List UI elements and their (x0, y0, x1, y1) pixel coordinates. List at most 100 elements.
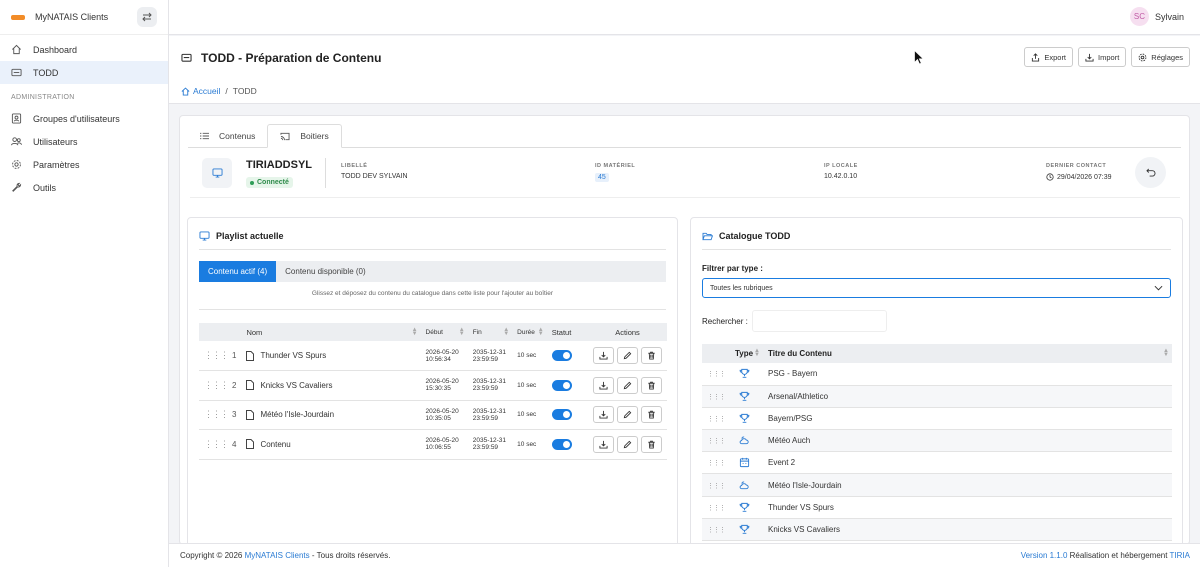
drag-cell[interactable]: ⋮⋮⋮ (702, 363, 730, 386)
type-cell (730, 496, 763, 519)
status-toggle[interactable] (551, 438, 572, 450)
back-button[interactable] (1135, 157, 1166, 188)
table-row[interactable]: ⋮⋮⋮ 3 Météo l'Isle-Jourdain 2026-05-20 10:… (199, 400, 667, 430)
drag-cell[interactable]: ⋮⋮⋮ (702, 496, 730, 519)
column-header-name[interactable]: Nom ▲ ▼ (241, 323, 421, 341)
status-toggle[interactable] (551, 409, 572, 421)
user-group-icon (11, 113, 22, 124)
drag-handle-icon[interactable]: ⋮⋮⋮ (204, 439, 229, 449)
drag-cell[interactable]: ⋮⋮⋮ 2 (199, 370, 242, 401)
drag-handle-icon[interactable]: ⋮⋮⋮ (707, 505, 726, 512)
status-toggle[interactable] (551, 350, 572, 361)
import-button[interactable]: Import (1078, 47, 1127, 67)
type-cell (730, 363, 763, 386)
cloud-sun-icon (739, 436, 749, 445)
table-row[interactable]: ⋮⋮⋮ Knicks VS Cavaliers (702, 518, 1172, 542)
table-row[interactable]: ⋮⋮⋮ 1 Thunder VS Spurs 2026-05-20 10:56:34… (199, 341, 667, 371)
drag-handle-icon[interactable]: ⋮⋮⋮ (204, 380, 229, 390)
column-header-type[interactable]: Type ▲ ▼ (730, 344, 763, 363)
table-row[interactable]: ⋮⋮⋮ 2 Knicks VS Cavaliers 2026-05-20 15:30… (199, 370, 667, 401)
tab-active-content[interactable]: Contenu actif (4) (199, 261, 277, 282)
sidebar-toggle-button[interactable] (137, 7, 157, 27)
user-menu[interactable]: SC Sylvain (1129, 7, 1184, 26)
start-date: 2026-05-20 (425, 407, 459, 415)
company-link[interactable]: TIRIA (1170, 551, 1190, 560)
download-button[interactable] (593, 347, 614, 364)
sidebar-item-groups[interactable]: Groupes d'utilisateurs (0, 107, 168, 130)
edit-button[interactable] (617, 347, 638, 364)
column-header-start[interactable]: Début ▲ ▼ (420, 323, 468, 341)
drag-handle-icon[interactable]: ⋮⋮⋮ (707, 460, 726, 467)
status-dot (250, 180, 254, 185)
status-text: Connecté (257, 179, 289, 186)
settings-button[interactable]: Réglages (1131, 47, 1190, 67)
field-last-contact: DERNIER CONTACT 29/04/2026 07:39 (1046, 163, 1112, 181)
drag-handle-icon[interactable]: ⋮⋮⋮ (204, 409, 229, 419)
title-cell: PSG - Bayern (763, 363, 1172, 386)
column-header-duration[interactable]: Durée ▲ ▼ (512, 323, 547, 341)
search-input[interactable] (752, 310, 887, 332)
status-cell (546, 341, 588, 371)
sidebar-item-settings[interactable]: Paramètres (0, 153, 168, 176)
drag-cell[interactable]: ⋮⋮⋮ (702, 407, 730, 431)
table-row[interactable]: ⋮⋮⋮ Event 2 (702, 451, 1172, 475)
field-libelle: LIBELLÉ TODD DEV SYLVAIN (341, 163, 408, 180)
drag-cell[interactable]: ⋮⋮⋮ (702, 385, 730, 408)
catalogue-title: Catalogue TODD (702, 231, 790, 241)
delete-button[interactable] (641, 376, 662, 394)
sidebar-item-label: Dashboard (33, 44, 78, 55)
drag-cell[interactable]: ⋮⋮⋮ 4 (199, 429, 242, 460)
download-button[interactable] (593, 376, 614, 394)
table-row[interactable]: ⋮⋮⋮ Météo l'Isle-Jourdain (702, 473, 1172, 497)
catalogue-table: Type ▲ ▼ Titre du Contenu ▲ ▼ ⋮⋮⋮ PSG - Baye… (702, 344, 1172, 542)
device-name: TIRIADDSYL (246, 159, 312, 171)
sidebar-item-todd[interactable]: TODD (0, 61, 168, 84)
drag-handle-icon[interactable]: ⋮⋮⋮ (707, 438, 726, 445)
column-header-end[interactable]: Fin ▲ ▼ (467, 323, 513, 341)
table-row[interactable]: ⋮⋮⋮ Météo Auch (702, 429, 1172, 453)
table-row[interactable]: ⋮⋮⋮ 4 Contenu 2026-05-20 10:06:55 2035-12-… (199, 429, 667, 460)
edit-button[interactable] (617, 435, 638, 453)
table-row[interactable]: ⋮⋮⋮ Arsenal/Athletico (702, 385, 1172, 408)
undo-icon (1145, 168, 1155, 177)
edit-button[interactable] (617, 406, 638, 424)
footer-brand-link[interactable]: MyNATAIS Clients (245, 551, 310, 560)
sidebar-item-users[interactable]: Utilisateurs (0, 130, 168, 153)
column-header-title[interactable]: Titre du Contenu ▲ ▼ (763, 344, 1172, 363)
drag-cell[interactable]: ⋮⋮⋮ 3 (199, 400, 242, 430)
delete-button[interactable] (641, 435, 662, 453)
status-toggle[interactable] (551, 379, 572, 391)
page-header: TODD - Préparation de Contenu Export Imp… (169, 36, 1200, 104)
drag-handle-icon[interactable]: ⋮⋮⋮ (707, 483, 726, 490)
drag-handle-icon[interactable]: ⋮⋮⋮ (707, 416, 726, 423)
drag-cell[interactable]: ⋮⋮⋮ (702, 473, 730, 497)
drag-handle-icon[interactable]: ⋮⋮⋮ (707, 371, 726, 378)
credit-text: Réalisation et hébergement (1067, 551, 1170, 560)
drag-handle-icon[interactable]: ⋮⋮⋮ (707, 527, 726, 534)
table-row[interactable]: ⋮⋮⋮ Bayern/PSG (702, 407, 1172, 431)
download-button[interactable] (593, 406, 614, 424)
download-button[interactable] (593, 435, 614, 453)
drag-cell[interactable]: ⋮⋮⋮ (702, 451, 730, 475)
edit-button[interactable] (617, 376, 638, 394)
type-filter-select[interactable]: Toutes les rubriques (702, 278, 1171, 298)
column-label: Statut (551, 327, 572, 337)
delete-button[interactable] (641, 406, 662, 424)
drag-handle-icon[interactable]: ⋮⋮⋮ (707, 394, 726, 401)
avatar: SC (1129, 7, 1149, 26)
drag-cell[interactable]: ⋮⋮⋮ 1 (199, 341, 242, 371)
tab-available-content[interactable]: Contenu disponible (0) (276, 261, 375, 282)
tab-boitiers[interactable]: Boitiers (267, 124, 342, 148)
drag-cell[interactable]: ⋮⋮⋮ (702, 518, 730, 542)
sidebar-item-dashboard[interactable]: Dashboard (0, 38, 168, 61)
breadcrumb-home-link[interactable]: Accueil (193, 86, 220, 96)
sidebar-item-tools[interactable]: Outils (0, 176, 168, 199)
page-title: TODD - Préparation de Contenu (181, 51, 381, 65)
tab-contenus[interactable]: Contenus (188, 124, 267, 148)
delete-button[interactable] (641, 347, 662, 364)
table-row[interactable]: ⋮⋮⋮ PSG - Bayern (702, 363, 1172, 386)
drag-cell[interactable]: ⋮⋮⋮ (702, 429, 730, 453)
table-row[interactable]: ⋮⋮⋮ Thunder VS Spurs (702, 496, 1172, 519)
drag-handle-icon[interactable]: ⋮⋮⋮ (204, 350, 229, 360)
export-button[interactable]: Export (1024, 47, 1074, 67)
